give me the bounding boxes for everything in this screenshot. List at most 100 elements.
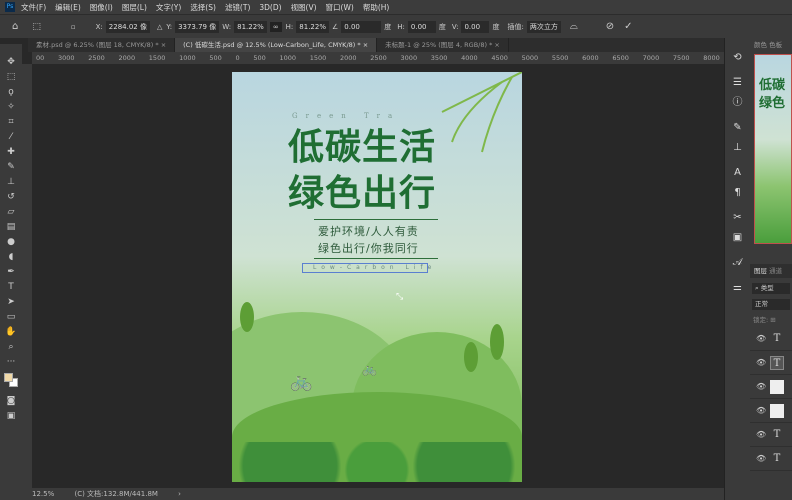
tools-preset-icon[interactable]: ✂ bbox=[731, 211, 745, 225]
transform-icon[interactable]: ⬚ bbox=[32, 22, 41, 32]
menu-help[interactable]: 帮助(H) bbox=[363, 2, 390, 13]
hand-tool-icon[interactable]: ✋ bbox=[5, 326, 17, 338]
gradient-tool-icon[interactable]: ▤ bbox=[5, 221, 17, 233]
paragraph-icon[interactable]: ¶ bbox=[731, 186, 745, 200]
lasso-tool-icon[interactable]: ϙ bbox=[5, 86, 17, 98]
visibility-eye-icon[interactable]: 👁 bbox=[756, 430, 770, 440]
menu-filter[interactable]: 滤镜(T) bbox=[225, 2, 250, 13]
screen-mode-icon[interactable]: ▣ bbox=[5, 410, 17, 422]
magic-wand-icon[interactable]: ✧ bbox=[5, 101, 17, 113]
relative-position-icon[interactable]: △ bbox=[157, 23, 162, 31]
eyedropper-icon[interactable]: ⁄ bbox=[5, 131, 17, 143]
character-icon[interactable]: A bbox=[731, 166, 745, 180]
color-swatches[interactable] bbox=[4, 373, 18, 387]
tab-channels[interactable]: 通道 bbox=[769, 267, 782, 275]
adjustments-icon[interactable]: ⚌ bbox=[731, 281, 745, 295]
tab-document-1[interactable]: 素材.psd @ 6.25% (图层 18, CMYK/8) * × bbox=[28, 38, 176, 52]
commit-transform-icon[interactable]: ✓ bbox=[624, 21, 632, 32]
status-menu-chevron-icon[interactable]: › bbox=[178, 490, 181, 498]
hskew-label: H: bbox=[397, 22, 405, 31]
layer-row[interactable]: 👁 T bbox=[750, 447, 792, 471]
tab-document-3[interactable]: 未标题-1 @ 25% (图层 4, RGB/8) * × bbox=[377, 38, 509, 52]
menu-file[interactable]: 文件(F) bbox=[21, 2, 46, 13]
selected-text-layer-bbox[interactable]: Low-Carbon Life bbox=[302, 263, 431, 273]
crop-tool-icon[interactable]: ⌗ bbox=[5, 116, 17, 128]
y-label: Y: bbox=[166, 22, 173, 31]
move-tool-icon[interactable]: ✥ bbox=[5, 56, 17, 68]
zoom-level[interactable]: 12.5% bbox=[32, 490, 54, 498]
lock-icon[interactable]: ⊞ bbox=[770, 316, 775, 324]
blend-mode-select[interactable]: 正常 bbox=[752, 299, 790, 310]
tab-layers[interactable]: 图层 bbox=[754, 267, 767, 275]
y-input[interactable]: 3373.79 像 bbox=[175, 20, 220, 33]
hskew-input[interactable]: 0.00 bbox=[407, 20, 436, 33]
layer-filter-select[interactable]: ⌕ 类型 bbox=[752, 283, 790, 294]
menu-3d[interactable]: 3D(D) bbox=[259, 3, 281, 12]
history-icon[interactable]: ⟲ bbox=[731, 51, 745, 65]
layer-row[interactable]: 👁 T bbox=[750, 423, 792, 447]
tab-document-2[interactable]: (C) 低碳生活.psd @ 12.5% (Low-Carbon_Life, C… bbox=[175, 38, 378, 52]
layer-filter-value: 类型 bbox=[760, 284, 774, 292]
stamp-tool-icon[interactable]: ⊥ bbox=[5, 176, 17, 188]
visibility-eye-icon[interactable]: 👁 bbox=[756, 406, 770, 416]
layer-row[interactable]: 👁 T bbox=[750, 327, 792, 351]
marquee-tool-icon[interactable]: ⬚ bbox=[5, 71, 17, 83]
visibility-eye-icon[interactable]: 👁 bbox=[756, 334, 770, 344]
width-input[interactable]: 81.22% bbox=[234, 20, 267, 33]
zoom-tool-icon[interactable]: ⌕ bbox=[5, 341, 17, 353]
ruler-tick-label: 4000 bbox=[461, 54, 478, 62]
home-icon[interactable]: ⌂ bbox=[12, 21, 18, 32]
x-input[interactable]: 2284.02 像 bbox=[105, 20, 150, 33]
ruler-tick-label: 500 bbox=[253, 54, 266, 62]
brush-settings-icon[interactable]: ✎ bbox=[731, 121, 745, 135]
menu-image[interactable]: 图像(I) bbox=[90, 2, 113, 13]
libraries-icon[interactable]: ▣ bbox=[731, 231, 745, 245]
layer-row-selected[interactable]: 👁 T bbox=[750, 351, 792, 375]
menu-select[interactable]: 选择(S) bbox=[190, 2, 216, 13]
dodge-tool-icon[interactable]: ◖ bbox=[5, 251, 17, 263]
navigator-thumbnail[interactable]: 低碳 绿色 bbox=[754, 54, 792, 244]
visibility-eye-icon[interactable]: 👁 bbox=[756, 454, 770, 464]
height-input[interactable]: 81.22% bbox=[296, 20, 329, 33]
tab-color[interactable]: 颜色 bbox=[754, 41, 767, 49]
document-size: (C) 文档:132.8M/441.8M bbox=[74, 490, 158, 498]
eraser-icon[interactable]: ▱ bbox=[5, 206, 17, 218]
rectangle-tool-icon[interactable]: ▭ bbox=[5, 311, 17, 323]
path-selection-icon[interactable]: ➤ bbox=[5, 296, 17, 308]
layer-row[interactable]: 👁 bbox=[750, 399, 792, 423]
tab-swatches[interactable]: 色板 bbox=[769, 41, 782, 49]
type-tool-icon[interactable]: T bbox=[5, 281, 17, 293]
warp-icon[interactable]: ⌓ bbox=[570, 21, 578, 32]
menu-type[interactable]: 文字(Y) bbox=[156, 2, 181, 13]
info-icon[interactable]: ⓘ bbox=[731, 96, 745, 110]
more-tools-icon[interactable]: ··· bbox=[5, 356, 17, 368]
reference-point-icon[interactable]: ▫ bbox=[71, 23, 76, 31]
menu-view[interactable]: 视图(V) bbox=[291, 2, 317, 13]
vskew-input[interactable]: 0.00 bbox=[461, 20, 490, 33]
foreground-color[interactable] bbox=[4, 373, 13, 382]
menu-edit[interactable]: 编辑(E) bbox=[55, 2, 81, 13]
clone-source-icon[interactable]: ⊥ bbox=[731, 141, 745, 155]
properties-icon[interactable]: ☰ bbox=[731, 76, 745, 90]
link-icon[interactable]: ∞ bbox=[269, 21, 282, 32]
vskew-label: V: bbox=[451, 22, 459, 31]
blur-tool-icon[interactable]: ● bbox=[5, 236, 17, 248]
brush-tool-icon[interactable]: ✎ bbox=[5, 161, 17, 173]
visibility-eye-icon[interactable]: 👁 bbox=[756, 382, 770, 392]
interpolation-label: 插值: bbox=[507, 22, 524, 31]
text-layer-icon: T bbox=[770, 355, 784, 370]
pen-tool-icon[interactable]: ✒ bbox=[5, 266, 17, 278]
layer-row[interactable]: 👁 bbox=[750, 375, 792, 399]
cancel-transform-icon[interactable]: ⊘ bbox=[606, 21, 614, 32]
healing-brush-icon[interactable]: ✚ bbox=[5, 146, 17, 158]
menu-layer[interactable]: 图层(L) bbox=[122, 2, 147, 13]
history-brush-icon[interactable]: ↺ bbox=[5, 191, 17, 203]
quick-mask-icon[interactable]: ◙ bbox=[5, 395, 17, 407]
interpolation-select[interactable]: 两次立方 bbox=[526, 20, 561, 33]
menu-window[interactable]: 窗口(W) bbox=[326, 2, 354, 13]
visibility-eye-icon[interactable]: 👁 bbox=[756, 358, 770, 368]
cyclist-illustration: 🚲 bbox=[362, 362, 377, 376]
angle-input[interactable]: 0.00 bbox=[341, 20, 382, 33]
poster-canvas[interactable]: Green Tra 低碳生活 绿色出行 爱护环境/人人有责 绿色出行/你我同行 … bbox=[232, 72, 522, 482]
glyphs-icon[interactable]: 𝒜 bbox=[731, 256, 745, 270]
